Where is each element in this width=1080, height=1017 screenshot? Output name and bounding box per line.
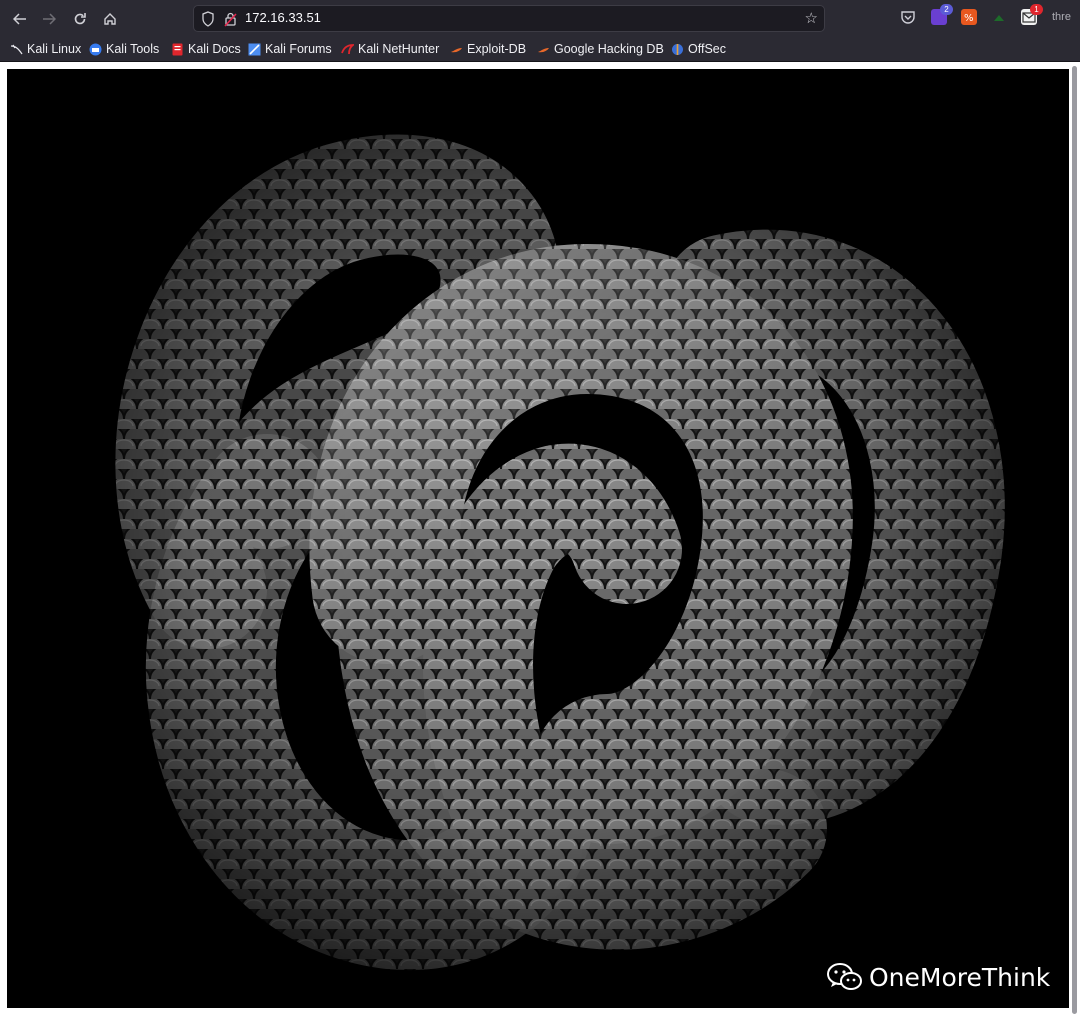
bookmark-kali-linux[interactable]: Kali Linux bbox=[10, 41, 81, 57]
offsec-icon bbox=[672, 43, 683, 55]
kali-docs-icon bbox=[172, 43, 183, 55]
extension-orange-button[interactable]: % bbox=[961, 9, 977, 25]
bookmark-label: Google Hacking DB bbox=[554, 42, 664, 56]
bookmark-label: Kali Docs bbox=[188, 42, 241, 56]
bookmark-kali-tools[interactable]: Kali Tools bbox=[89, 41, 159, 57]
kali-dragon-icon bbox=[10, 44, 23, 54]
extension-mail-badge: 1 bbox=[1030, 4, 1043, 15]
nethunter-icon bbox=[341, 43, 354, 54]
bookmark-label: Kali NetHunter bbox=[358, 42, 440, 56]
snake-illustration bbox=[7, 69, 1069, 1008]
extension-purple-badge: 2 bbox=[940, 4, 953, 15]
bookmark-label: Kali Linux bbox=[27, 42, 82, 56]
wechat-watermark: OneMoreThink bbox=[827, 959, 1050, 995]
coiled-snake-image: OneMoreThink bbox=[7, 69, 1069, 1008]
page-viewport: OneMoreThink bbox=[0, 62, 1080, 1017]
bookmarks-toolbar: Kali Linux Kali Tools Kali Docs Kali For… bbox=[0, 37, 1080, 62]
reload-icon bbox=[74, 13, 86, 25]
url-text[interactable]: 172.16.33.51 bbox=[245, 10, 321, 25]
scrollbar-thumb[interactable] bbox=[1072, 66, 1077, 1014]
pocket-icon bbox=[901, 11, 915, 24]
kali-forums-icon bbox=[248, 43, 261, 55]
exploit-db-icon bbox=[451, 47, 462, 52]
bookmark-kali-docs[interactable]: Kali Docs bbox=[171, 41, 241, 57]
svg-text:%: % bbox=[964, 13, 974, 24]
back-arrow-icon bbox=[13, 13, 26, 25]
toolbar-overflow-label[interactable]: thre bbox=[1052, 11, 1071, 23]
address-bar[interactable]: 172.16.33.51 ☆ bbox=[193, 5, 825, 32]
insecure-lock-icon[interactable] bbox=[224, 11, 237, 27]
forward-arrow-icon bbox=[43, 13, 56, 25]
bookmark-google-hacking-db[interactable]: Google Hacking DB bbox=[537, 41, 664, 57]
bookmark-label: Kali Forums bbox=[265, 42, 332, 56]
home-icon bbox=[104, 13, 116, 25]
home-button[interactable] bbox=[97, 6, 123, 32]
tracking-shield-icon[interactable] bbox=[201, 11, 215, 27]
green-flag-icon bbox=[994, 15, 1004, 21]
page-scrollbar[interactable] bbox=[1069, 62, 1080, 1017]
bookmark-kali-nethunter[interactable]: Kali NetHunter bbox=[341, 41, 439, 57]
bookmark-offsec[interactable]: OffSec bbox=[671, 41, 726, 57]
reload-button[interactable] bbox=[67, 6, 93, 32]
browser-toolbar: 172.16.33.51 ☆ 2 % 1 thre bbox=[0, 0, 1080, 37]
wechat-icon bbox=[827, 963, 862, 990]
bookmark-label: Exploit-DB bbox=[467, 42, 527, 56]
forward-button[interactable] bbox=[36, 6, 62, 32]
bookmark-star-icon[interactable]: ☆ bbox=[805, 9, 818, 27]
ghdb-icon bbox=[538, 47, 549, 52]
bookmark-label: Kali Tools bbox=[106, 42, 160, 56]
pocket-button[interactable] bbox=[900, 9, 916, 25]
extension-purple-button[interactable]: 2 bbox=[931, 4, 953, 25]
back-button[interactable] bbox=[7, 6, 33, 32]
watermark-text: OneMoreThink bbox=[869, 962, 1051, 992]
extension-green-button[interactable] bbox=[991, 9, 1007, 25]
extension-mail-button[interactable]: 1 bbox=[1021, 4, 1043, 25]
kali-tools-icon bbox=[89, 43, 102, 55]
bookmark-exploit-db[interactable]: Exploit-DB bbox=[450, 41, 526, 57]
bookmark-label: OffSec bbox=[688, 42, 726, 56]
bookmark-kali-forums[interactable]: Kali Forums bbox=[248, 41, 332, 57]
percent-tag-icon: % bbox=[964, 13, 974, 24]
